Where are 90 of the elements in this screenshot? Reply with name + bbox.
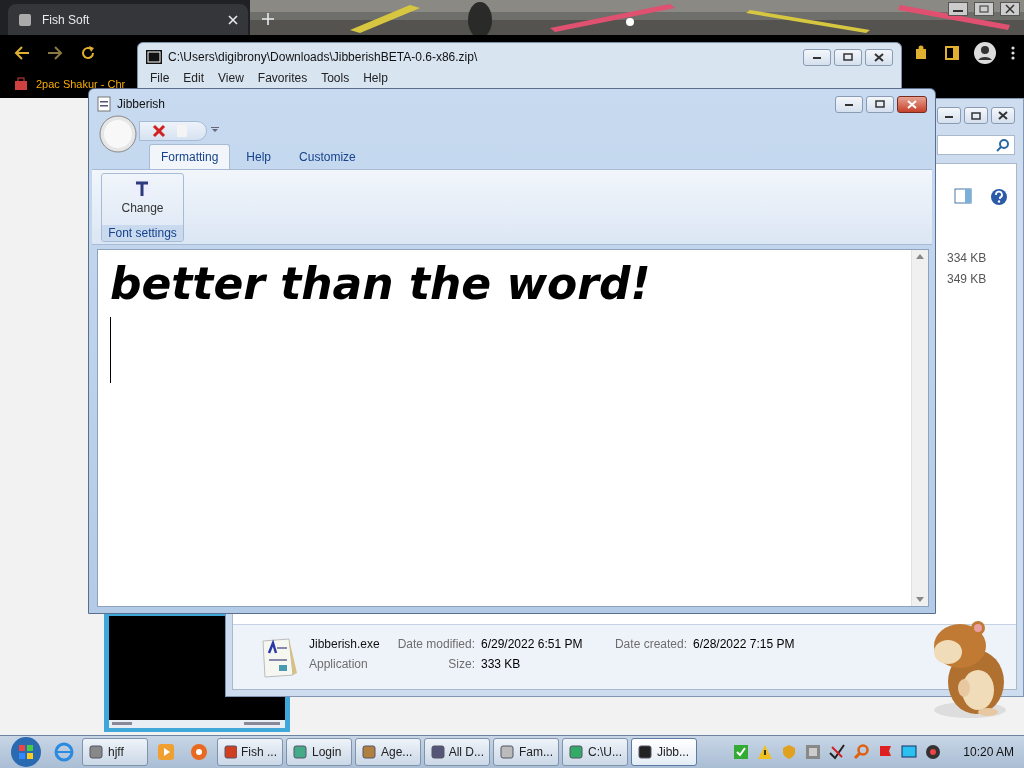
font-icon	[132, 179, 153, 199]
ribbon-tab[interactable]: Help	[234, 144, 284, 169]
taskbar-button[interactable]: Login	[286, 738, 352, 766]
app-icon	[568, 744, 584, 760]
application-icon	[259, 637, 299, 679]
close-button[interactable]	[865, 48, 893, 66]
app-icon	[223, 744, 237, 760]
help-icon[interactable]	[990, 188, 1008, 206]
delete-icon[interactable]	[152, 124, 166, 138]
minimize-button[interactable]	[835, 95, 863, 113]
close-icon	[874, 52, 884, 62]
reload-icon[interactable]	[80, 44, 96, 61]
file-size: 349 KB	[947, 272, 987, 286]
maximize-button[interactable]	[964, 107, 988, 124]
briefcase-icon[interactable]	[14, 77, 28, 91]
menu-icon[interactable]	[1010, 45, 1016, 61]
app-icon	[88, 744, 104, 760]
minimize-button[interactable]	[803, 48, 831, 66]
detail-label: Size:	[447, 657, 475, 673]
taskbar-button[interactable]: Fish ...	[217, 738, 283, 766]
detail-label: Date created:	[613, 637, 687, 653]
close-icon	[998, 111, 1008, 120]
close-icon[interactable]	[1000, 2, 1020, 16]
maximize-button[interactable]	[834, 48, 862, 66]
maximize-button[interactable]	[866, 95, 894, 113]
menu-item[interactable]: View	[218, 71, 244, 85]
file-size: 334 KB	[947, 251, 987, 265]
close-icon	[907, 99, 917, 109]
ribbon-tab[interactable]: Formatting	[149, 144, 231, 169]
archive-app-icon	[146, 50, 162, 64]
minimize-icon[interactable]	[948, 2, 968, 16]
menu-item[interactable]: Tools	[321, 71, 350, 85]
minimize-button[interactable]	[937, 107, 961, 124]
detail-value: 6/29/2022 6:51 PM	[481, 637, 584, 653]
scrollbar[interactable]	[911, 250, 928, 606]
back-icon[interactable]	[14, 44, 30, 61]
new-tab-icon[interactable]	[262, 13, 274, 25]
taskbar-button[interactable]: Age...	[355, 738, 421, 766]
menu-item[interactable]: File	[150, 71, 170, 85]
page-icon	[18, 12, 32, 27]
maximize-icon	[843, 53, 853, 61]
forward-icon[interactable]	[47, 44, 63, 61]
detail-value: 333 KB	[481, 657, 522, 673]
minimize-icon	[812, 54, 822, 60]
clock: 10:20 AM	[963, 745, 1014, 759]
scroll-up-icon[interactable]	[916, 254, 924, 259]
restore-icon[interactable]	[974, 2, 994, 16]
detail-label: Date modified:	[396, 637, 475, 653]
document-text: better than the word!	[110, 258, 652, 309]
caret-icon[interactable]	[211, 127, 219, 133]
taskbar-button[interactable]: hjff	[82, 738, 148, 766]
side-panel-icon[interactable]	[944, 45, 960, 61]
window-title: Jibberish	[117, 97, 166, 111]
taskbar-button[interactable]: All D...	[424, 738, 490, 766]
ribbon-tab[interactable]: Customize	[287, 144, 368, 169]
speaker-icon[interactable]	[925, 744, 942, 760]
app-icon	[430, 744, 445, 760]
menu-item[interactable]: Help	[363, 71, 388, 85]
group-label: Font settings	[102, 225, 183, 241]
application-button[interactable]	[99, 115, 137, 153]
menu-item[interactable]: Favorites	[257, 71, 308, 85]
close-button[interactable]	[897, 95, 927, 113]
app-icon	[637, 744, 653, 760]
check-icon[interactable]	[733, 744, 750, 760]
menu-item[interactable]: Edit	[183, 71, 205, 85]
profile-icon[interactable]	[974, 42, 996, 64]
close-button[interactable]	[991, 107, 1015, 124]
window-title: C:\Users\digibrony\Downloads\JibberishBETA-0.6-x86.zip\	[168, 50, 478, 64]
search-icon	[996, 138, 1010, 152]
detail-value: 6/28/2022 7:15 PM	[693, 637, 795, 653]
file-type: Application	[309, 657, 369, 673]
search-field[interactable]	[937, 135, 1015, 155]
maximize-icon	[875, 100, 885, 108]
bookmark[interactable]: 2pac Shakur - Chr	[36, 78, 126, 90]
text-cursor	[110, 317, 111, 383]
file-name: Jibberish.exe	[309, 637, 381, 653]
maximize-icon	[971, 111, 981, 120]
change-font-button[interactable]: Change	[121, 174, 164, 225]
app-icon	[361, 744, 377, 760]
app-icon	[499, 744, 515, 760]
document-icon	[97, 96, 111, 112]
warning-icon[interactable]	[757, 744, 774, 760]
app-icon	[292, 744, 308, 760]
taskbar-button[interactable]: Fam...	[493, 738, 559, 766]
monitor-icon[interactable]	[901, 744, 918, 760]
scroll-down-icon[interactable]	[916, 597, 924, 602]
taskbar-button[interactable]: C:\U...	[562, 738, 628, 766]
check-mark-icon[interactable]	[829, 744, 846, 760]
taskbar-button[interactable]: Jibb...	[631, 738, 697, 766]
browser-tab[interactable]: Fish Soft	[8, 4, 248, 35]
